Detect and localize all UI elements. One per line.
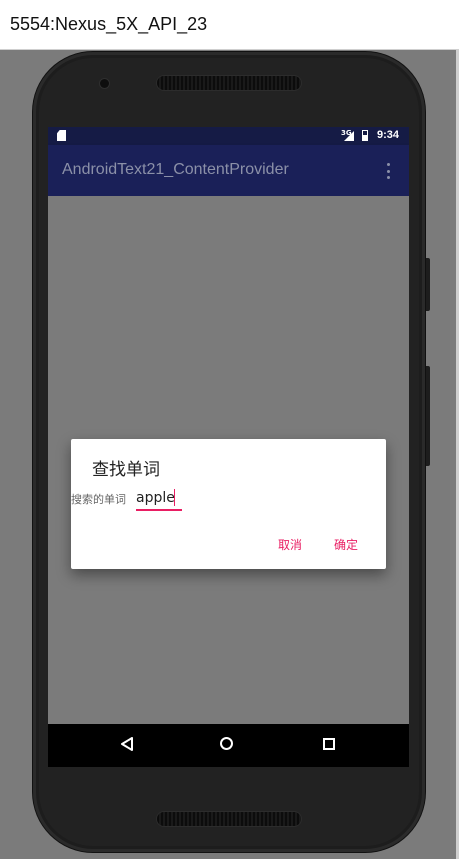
search-word-input[interactable]	[136, 487, 182, 511]
home-icon[interactable]	[220, 737, 233, 750]
text-cursor	[174, 489, 175, 506]
back-icon[interactable]	[120, 737, 134, 751]
status-time: 9:34	[377, 129, 400, 141]
emulator-title-bar: 5554:Nexus_5X_API_23	[0, 0, 459, 50]
more-vert-icon[interactable]	[385, 163, 391, 179]
navigation-bar	[48, 724, 409, 767]
status-bar: 3G 9:34	[48, 127, 409, 145]
search-word-label: 搜索的单词	[71, 493, 126, 506]
volume-button[interactable]	[426, 366, 430, 466]
ok-button[interactable]: 确定	[334, 536, 358, 553]
top-speaker	[157, 76, 301, 90]
sd-card-icon	[57, 130, 66, 141]
front-camera	[100, 79, 109, 88]
emulator-window-title: 5554:Nexus_5X_API_23	[10, 14, 208, 34]
power-button[interactable]	[426, 258, 430, 311]
app-content: 查找单词 搜索的单词 取消 确定	[48, 196, 409, 724]
battery-icon	[362, 130, 368, 141]
bottom-speaker	[157, 812, 301, 826]
cancel-button[interactable]: 取消	[278, 536, 302, 553]
dialog-title: 查找单词	[92, 460, 160, 480]
find-word-dialog: 查找单词 搜索的单词 取消 确定	[71, 439, 386, 569]
recents-icon[interactable]	[323, 738, 335, 750]
device-screen: 3G 9:34 AndroidText21_ContentProvider 查找…	[48, 127, 409, 767]
app-title: AndroidText21_ContentProvider	[62, 161, 289, 178]
app-bar: AndroidText21_ContentProvider	[48, 145, 409, 196]
